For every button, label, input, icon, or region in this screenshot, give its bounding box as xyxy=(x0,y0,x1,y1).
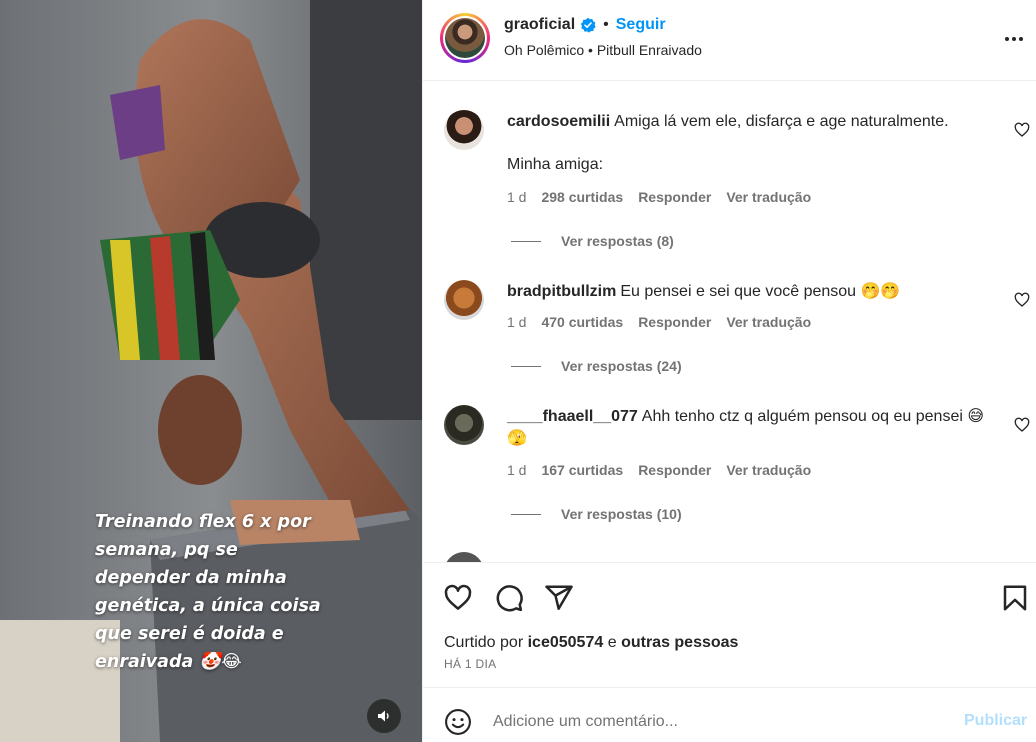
more-options-icon xyxy=(1005,37,1023,41)
liked-by-user[interactable]: ice050574 xyxy=(528,634,604,651)
audio-link[interactable]: Oh Polêmico • Pitbull Enraivado xyxy=(504,42,702,58)
heart-icon[interactable] xyxy=(443,583,473,613)
commenter-avatar[interactable] xyxy=(444,280,484,320)
publish-button[interactable]: Publicar xyxy=(964,712,1027,730)
comment-like-heart-icon[interactable] xyxy=(1014,292,1030,308)
reply-button[interactable]: Responder xyxy=(638,314,711,330)
comment-text-extra: Minha amiga: xyxy=(507,156,604,173)
reply-button[interactable]: Responder xyxy=(638,189,711,205)
author-avatar[interactable] xyxy=(440,13,490,63)
more-options-button[interactable] xyxy=(1001,26,1027,52)
comment-likes[interactable]: 470 curtidas xyxy=(541,314,623,330)
comment-text: Eu pensei e sei que você pensou 🤭🤭 xyxy=(620,283,901,300)
comment-like-heart-icon[interactable] xyxy=(1014,122,1030,138)
post-timestamp[interactable]: HÁ 1 DIA xyxy=(444,657,496,671)
next-comment-avatar-partial xyxy=(444,552,484,562)
comment-time: 1 d xyxy=(507,462,527,478)
post-header: graoficial • Seguir Oh Polêmico • Pitbul… xyxy=(423,0,1036,81)
verified-badge-icon xyxy=(580,17,596,33)
sound-toggle-button[interactable] xyxy=(367,699,401,733)
bookmark-icon[interactable] xyxy=(1000,583,1030,613)
translate-button[interactable]: Ver tradução xyxy=(726,314,811,330)
view-replies-button[interactable]: Ver respostas (24) xyxy=(511,358,682,374)
replies-divider xyxy=(511,513,541,515)
view-replies-label: Ver respostas (24) xyxy=(561,358,682,374)
commenter-username[interactable]: bradpitbullzim xyxy=(507,283,616,300)
replies-divider xyxy=(511,240,541,242)
caption-line: Treinando flex 6 x por xyxy=(95,512,311,532)
comments-list[interactable]: cardosoemilii Amiga lá vem ele, disfarça … xyxy=(423,82,1036,562)
caption-line: depender da minha xyxy=(95,568,287,588)
liked-by-summary: Curtido por ice050574 e outras pessoas xyxy=(444,634,738,652)
translate-button[interactable]: Ver tradução xyxy=(726,189,811,205)
view-replies-button[interactable]: Ver respostas (10) xyxy=(511,506,682,522)
video-caption: Treinando flex 6 x por semana, pq se dep… xyxy=(95,508,335,676)
comment-likes[interactable]: 167 curtidas xyxy=(541,462,623,478)
comment-body: ____fhaaell__077 Ahh tenho ctz q alguém p… xyxy=(507,406,1001,450)
comment-meta: 1 d 167 curtidas Responder Ver tradução xyxy=(507,462,826,478)
commenter-username[interactable]: ____fhaaell__077 xyxy=(507,408,638,425)
view-replies-button[interactable]: Ver respostas (8) xyxy=(511,233,674,249)
caption-line: enraivada 🤡😂 xyxy=(95,652,242,672)
emoji-icon[interactable] xyxy=(444,708,472,736)
comment-like-heart-icon[interactable] xyxy=(1014,417,1030,433)
view-replies-label: Ver respostas (8) xyxy=(561,233,674,249)
caption-line: que serei é doida e xyxy=(95,624,284,644)
comment-meta: 1 d 298 curtidas Responder Ver tradução xyxy=(507,189,826,205)
translate-button[interactable]: Ver tradução xyxy=(726,462,811,478)
comment-time: 1 d xyxy=(507,314,527,330)
author-username[interactable]: graoficial xyxy=(504,16,575,34)
caption-line: semana, pq se xyxy=(95,540,238,560)
view-replies-label: Ver respostas (10) xyxy=(561,506,682,522)
post-media[interactable]: Treinando flex 6 x por semana, pq se dep… xyxy=(0,0,422,742)
add-comment-bar: Publicar xyxy=(423,687,1036,742)
comment-likes[interactable]: 298 curtidas xyxy=(541,189,623,205)
comment-body: bradpitbullzim Eu pensei e sei que você p… xyxy=(507,281,1001,303)
comment-icon[interactable] xyxy=(494,583,524,613)
author-line: graoficial • Seguir xyxy=(504,16,666,34)
replies-divider xyxy=(511,365,541,367)
share-icon[interactable] xyxy=(544,583,574,613)
comment-time: 1 d xyxy=(507,189,527,205)
liked-by-conj: e xyxy=(607,634,617,651)
comment-input[interactable] xyxy=(493,710,933,734)
caption-line: genética, a única coisa xyxy=(95,596,321,616)
post-side-panel: graoficial • Seguir Oh Polêmico • Pitbul… xyxy=(422,0,1036,742)
commenter-avatar[interactable] xyxy=(444,405,484,445)
speaker-icon xyxy=(378,710,389,722)
reply-button[interactable]: Responder xyxy=(638,462,711,478)
follow-button[interactable]: Seguir xyxy=(616,16,666,34)
comment-meta: 1 d 470 curtidas Responder Ver tradução xyxy=(507,314,826,330)
comment-body: cardosoemilii Amiga lá vem ele, disfarça … xyxy=(507,111,1001,176)
separator-dot: • xyxy=(603,16,609,33)
comment-text: Amiga lá vem ele, disfarça e age natural… xyxy=(614,113,949,130)
liked-by-prefix: Curtido por xyxy=(444,634,524,651)
post-actions: Curtido por ice050574 e outras pessoas H… xyxy=(423,562,1036,687)
commenter-avatar[interactable] xyxy=(444,110,484,150)
liked-by-others[interactable]: outras pessoas xyxy=(621,634,738,651)
commenter-username[interactable]: cardosoemilii xyxy=(507,113,610,130)
